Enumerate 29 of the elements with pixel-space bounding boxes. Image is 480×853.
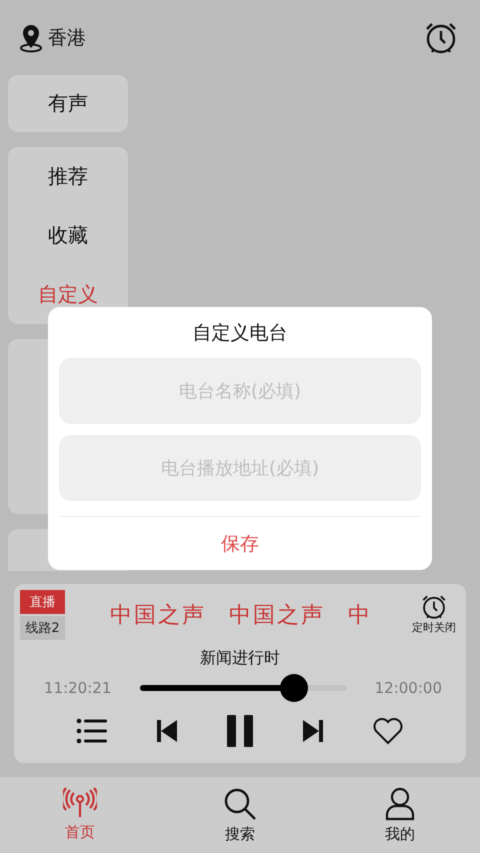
- user-icon: [385, 787, 415, 821]
- location-label[interactable]: 香港: [48, 24, 86, 50]
- sleep-timer-button[interactable]: 定时关闭: [408, 590, 460, 635]
- save-button[interactable]: 保存: [59, 517, 421, 570]
- live-badge: 直播: [20, 590, 65, 614]
- radio-signal-icon: [63, 787, 97, 819]
- line-badge[interactable]: 线路2: [20, 616, 65, 640]
- nav-tab[interactable]: 我的: [350, 777, 450, 853]
- nav-tab[interactable]: 搜索: [190, 777, 290, 853]
- alarm-clock-icon[interactable]: [424, 20, 458, 54]
- sidebar-item[interactable]: 有声: [8, 75, 128, 132]
- sidebar-item[interactable]: 推荐: [8, 147, 128, 206]
- previous-icon[interactable]: [156, 719, 178, 743]
- heart-icon[interactable]: [372, 717, 404, 745]
- playlist-icon[interactable]: [76, 718, 108, 744]
- alarm-clock-icon: [421, 594, 447, 620]
- program-title: 新闻进行时: [199, 648, 281, 669]
- station-name: 中: [348, 602, 372, 630]
- location-pin-icon: [18, 22, 44, 52]
- station-name: 中国之声: [110, 602, 206, 630]
- slider-thumb[interactable]: [280, 674, 308, 702]
- total-time: 12:00:00: [374, 679, 442, 697]
- sidebar-item[interactable]: 收藏: [8, 206, 128, 265]
- dialog-title: 自定义电台: [192, 321, 288, 346]
- station-name: 中国之声: [229, 602, 325, 630]
- next-icon[interactable]: [302, 719, 324, 743]
- elapsed-time: 11:20:21: [44, 679, 112, 697]
- pause-icon[interactable]: [226, 715, 254, 747]
- search-icon: [223, 787, 257, 821]
